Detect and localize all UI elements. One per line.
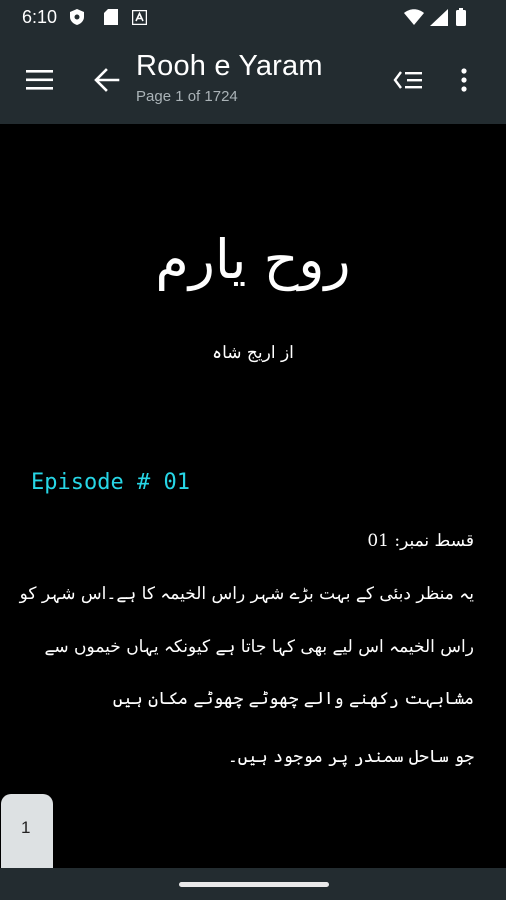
battery-icon: [456, 8, 466, 30]
navigation-bar: [0, 868, 506, 900]
paragraph-line: مشابہت رکھنے والے چھوٹے چھوٹے مکان ہیں: [112, 689, 474, 709]
table-of-contents-icon[interactable]: [392, 69, 424, 91]
app-a-icon: [131, 9, 148, 29]
author-line: از اریج شاہ: [212, 343, 294, 363]
status-time: 6:10: [22, 7, 58, 27]
more-vertical-icon[interactable]: [460, 68, 468, 92]
page-indicator: Page 1 of 1724: [136, 88, 238, 105]
back-arrow-icon[interactable]: [94, 68, 120, 92]
paragraph-line: جو ساحل سمندر پر موجود ہیں۔: [227, 747, 474, 767]
home-gesture-handle[interactable]: [179, 882, 329, 887]
page-number-tab[interactable]: 1: [1, 794, 53, 868]
page-number-value: 1: [21, 818, 31, 837]
hamburger-menu-icon[interactable]: [26, 69, 54, 91]
wifi-icon: [404, 9, 424, 29]
paragraph-line: یہ منظر دبئی کے بہت بڑے شہر راس الخیمہ ک…: [19, 584, 474, 604]
signal-icon: [430, 9, 448, 30]
episode-number-urdu: قسط نمبر: 01: [367, 531, 474, 551]
book-title-header: Rooh e Yaram: [136, 50, 323, 82]
sd-card-icon: [104, 9, 118, 29]
paragraph-line: راس الخیمہ اس لیے بھی کہا جاتا ہے کیونکہ…: [44, 637, 474, 657]
episode-heading: Episode # 01: [31, 470, 190, 495]
status-bar: 6:10: [0, 0, 506, 34]
app-bar: Rooh e Yaram Page 1 of 1724: [0, 34, 506, 124]
shield-notification-icon: [70, 9, 84, 29]
book-title-urdu: روح یارم: [155, 228, 351, 291]
